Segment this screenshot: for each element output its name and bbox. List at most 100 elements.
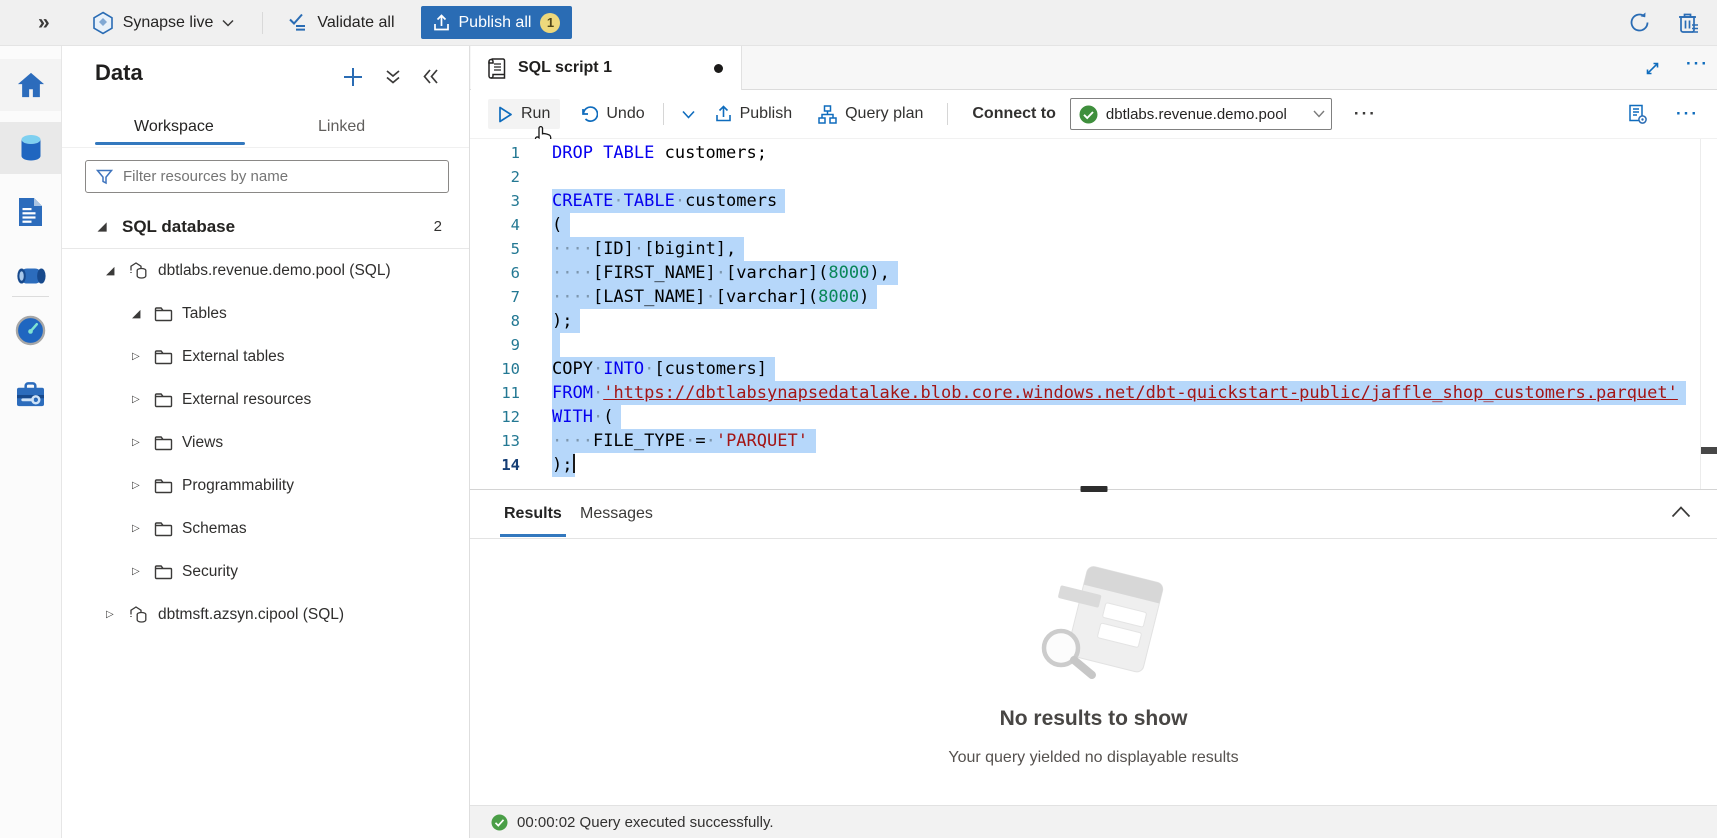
publish-button[interactable]: Publish (705, 99, 802, 129)
code-line[interactable]: 14); (470, 453, 1700, 477)
tree-item[interactable]: ▷ Schemas (62, 507, 469, 550)
sql-pool-icon (128, 605, 149, 624)
collapse-results-icon[interactable] (1671, 505, 1691, 518)
line-number: 2 (470, 165, 520, 189)
collapsed-icon[interactable]: ▷ (132, 437, 147, 448)
filter-icon (96, 169, 113, 185)
unsaved-indicator (714, 64, 723, 73)
code-line[interactable]: 2 (470, 165, 1700, 189)
collapsed-icon[interactable]: ▷ (132, 351, 147, 362)
code-line[interactable]: 10COPY·INTO·[customers] (470, 357, 1700, 381)
delete-icon[interactable] (1677, 11, 1699, 35)
code-line[interactable]: 13 ····FILE_TYPE·=·'PARQUET' (470, 429, 1700, 453)
monitor-icon[interactable] (0, 304, 61, 356)
collapse-panel-icon[interactable] (422, 68, 439, 85)
collapse-all-icon[interactable] (385, 69, 401, 85)
code-line[interactable]: 9 (470, 333, 1700, 357)
collapsed-icon[interactable]: ▷ (132, 480, 147, 491)
collapsed-icon[interactable]: ▷ (106, 609, 121, 620)
query-plan-button[interactable]: Query plan (808, 99, 933, 130)
code-line[interactable]: 4( (470, 213, 1700, 237)
mode-label: Synapse live (123, 14, 214, 32)
code-line[interactable]: 5····[ID]·[bigint], (470, 237, 1700, 261)
develop-icon[interactable] (0, 186, 61, 238)
divider (262, 12, 263, 34)
editor-more-icon[interactable]: ··· (1676, 104, 1699, 124)
folder-icon (154, 349, 173, 365)
code-line[interactable]: 11FROM·'https://dbtlabsynapsedatalake.bl… (470, 381, 1700, 405)
filter-input[interactable] (121, 167, 448, 186)
sql-script-tab[interactable]: SQL script 1 (471, 46, 742, 90)
tree-item[interactable]: ▷External tables (62, 335, 469, 378)
run-button[interactable]: Run (488, 99, 560, 129)
tab-results[interactable]: Results (500, 490, 566, 537)
tree-item[interactable]: ◢ dbtlabs.revenue.demo.pool (SQL) (62, 249, 469, 292)
toolbar-more-icon[interactable]: ··· (1354, 104, 1377, 124)
data-icon[interactable] (0, 122, 61, 174)
mode-selector[interactable]: Synapse live (92, 11, 235, 35)
integrate-icon[interactable] (0, 250, 61, 302)
item-count-badge: 2 (434, 218, 442, 235)
code-line-text: ····FILE_TYPE·=·'PARQUET' (552, 429, 808, 453)
tree-item[interactable]: ▷ dbtmsft.azsyn.cipool (SQL) (62, 593, 469, 636)
collapsed-icon[interactable]: ▷ (132, 523, 147, 534)
tree-item-label: Schemas (182, 520, 247, 538)
tab-messages[interactable]: Messages (576, 490, 657, 537)
expand-editor-icon[interactable] (1644, 60, 1661, 77)
code-line-text: ····[ID]·[bigint], (552, 237, 736, 261)
synapse-live-icon (92, 11, 114, 35)
tree-item[interactable]: ▷Views (62, 421, 469, 464)
editor-scrollbar[interactable] (1700, 139, 1717, 489)
tree-item-label: dbtlabs.revenue.demo.pool (SQL) (158, 262, 391, 280)
code-line[interactable]: 6····[FIRST_NAME]·[varchar](8000), (470, 261, 1700, 285)
undo-button[interactable]: Undo (570, 99, 654, 129)
tree-item[interactable]: ▷External resources (62, 378, 469, 421)
add-resource-icon[interactable] (342, 66, 364, 88)
no-results-illustration (1014, 565, 1174, 695)
tree-item[interactable]: ◢Tables (62, 292, 469, 335)
line-number: 13 (470, 429, 520, 453)
properties-icon[interactable] (1627, 104, 1648, 125)
panel-resize-grip[interactable] (1080, 486, 1107, 492)
expanded-icon[interactable]: ◢ (98, 220, 113, 233)
expand-nav-icon[interactable]: » (38, 12, 50, 33)
publish-all-button[interactable]: Publish all 1 (421, 6, 573, 39)
connected-pool-label: dbtlabs.revenue.demo.pool (1106, 106, 1313, 123)
publish-all-icon (433, 14, 450, 32)
sql-pool-icon (128, 261, 149, 280)
undo-menu-chevron-icon[interactable] (682, 110, 695, 119)
home-icon[interactable] (0, 59, 61, 111)
code-line[interactable]: 8); (470, 309, 1700, 333)
connect-to-label: Connect to (972, 105, 1056, 123)
code-line-text: CREATE·TABLE·customers (552, 189, 777, 213)
code-line[interactable]: 1DROP TABLE customers; (470, 141, 1700, 165)
tab-linked[interactable]: Linked (314, 112, 369, 142)
expanded-icon[interactable]: ◢ (132, 307, 147, 320)
connect-to-dropdown[interactable]: dbtlabs.revenue.demo.pool (1070, 98, 1332, 130)
code-line[interactable]: 7····[LAST_NAME]·[varchar](8000) (470, 285, 1700, 309)
folder-icon (154, 478, 173, 494)
tree-item-label: dbtmsft.azsyn.cipool (SQL) (158, 606, 344, 624)
folder-icon (154, 521, 173, 537)
tab-workspace[interactable]: Workspace (130, 112, 218, 142)
code-line[interactable]: 12WITH·( (470, 405, 1700, 429)
expanded-icon[interactable]: ◢ (106, 264, 121, 277)
tab-more-icon[interactable]: ··· (1686, 54, 1709, 74)
tree-item[interactable]: ▷Security (62, 550, 469, 593)
sql-code-editor[interactable]: 14);13····FILE_TYPE·=·'PARQUET'12WITH·(1… (470, 139, 1717, 489)
validate-all-button[interactable]: Validate all (287, 13, 394, 32)
line-number: 4 (470, 213, 520, 237)
chevron-down-icon (222, 19, 234, 27)
manage-icon[interactable] (0, 368, 61, 420)
validate-all-icon (287, 13, 308, 32)
code-line[interactable]: 3CREATE·TABLE·customers (470, 189, 1700, 213)
tree-item[interactable]: ▷Programmability (62, 464, 469, 507)
tree-item[interactable]: ◢SQL database2 (62, 205, 469, 248)
line-number: 6 (470, 261, 520, 285)
editor-region: SQL script 1 ··· Run Undo Publish (470, 46, 1717, 838)
dropdown-chevron-icon (1313, 110, 1325, 118)
collapsed-icon[interactable]: ▷ (132, 394, 147, 405)
refresh-icon[interactable] (1628, 11, 1651, 34)
line-number: 7 (470, 285, 520, 309)
collapsed-icon[interactable]: ▷ (132, 566, 147, 577)
